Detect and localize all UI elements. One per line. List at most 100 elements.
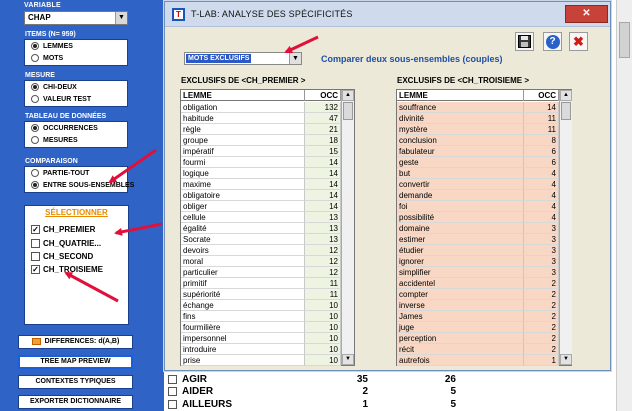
table-row[interactable]: particulier 12 [181,267,341,278]
subset-item-ch-second[interactable]: CH_SECOND [31,252,93,261]
contextes-typiques-button[interactable]: CONTEXTES TYPIQUES [18,375,133,389]
table-row[interactable]: obliger 14 [181,201,341,212]
table-scrollbar[interactable]: ▲ ▼ [559,90,572,365]
table-row[interactable]: récit 2 [397,344,559,355]
radio-button[interactable] [31,54,39,62]
table-row[interactable]: impératif 15 [181,146,341,157]
radio-mots[interactable]: MOTS [31,54,63,62]
table-row[interactable]: règle 21 [181,124,341,135]
radio-occurrences[interactable]: OCCURRENCES [31,124,98,132]
chevron-down-icon[interactable]: ▼ [289,53,301,64]
table-row[interactable]: prise 10 [181,355,341,366]
table-row[interactable]: primitif 11 [181,278,341,289]
checkbox[interactable] [31,252,40,261]
table-row[interactable]: fabulateur 6 [397,146,559,157]
table-row[interactable]: égalité 13 [181,223,341,234]
table-row[interactable]: but 4 [397,168,559,179]
table-row[interactable]: perception 2 [397,333,559,344]
main-scrollbar[interactable] [616,0,632,411]
scroll-down-icon[interactable]: ▼ [342,354,354,365]
radio-mesures[interactable]: MESURES [31,136,78,144]
right-exclusive-table[interactable]: LEMME OCC souffrance 14 divinité 11 mystère 1… [396,89,572,366]
table-row[interactable]: habitude 47 [181,113,341,124]
table-row[interactable]: domaine 3 [397,223,559,234]
table-row[interactable]: compter 2 [397,289,559,300]
subset-item-ch-quatrieme[interactable]: CH_QUATRIE... [31,239,101,248]
checkbox[interactable]: ✓ [31,225,40,234]
table-row[interactable]: foi 4 [397,201,559,212]
dialog-titlebar[interactable]: T T-LAB: ANALYSE DES SPÉCIFICITÉS ✕ [165,2,610,27]
table-row[interactable]: obligatoire 14 [181,190,341,201]
table-row[interactable]: obligation 132 [181,102,341,113]
table-row[interactable]: mystère 11 [397,124,559,135]
checkbox[interactable] [168,400,177,409]
radio-valeur-test[interactable]: VALEUR TEST [31,95,91,103]
radio-chi-deux[interactable]: CHI-DEUX [31,83,77,91]
column-header-lemme[interactable]: LEMME [397,90,524,101]
column-header-occ[interactable]: OCC [305,90,341,101]
table-row[interactable]: juge 2 [397,322,559,333]
table-row[interactable]: fins 10 [181,311,341,322]
subset-item-ch-troisieme[interactable]: ✓ CH_TROISIEME [31,265,103,274]
table-row[interactable]: souffrance 14 [397,102,559,113]
close-button[interactable]: ✖ [569,32,588,51]
table-row[interactable]: maxime 14 [181,179,341,190]
exporter-dictionnaire-button[interactable]: EXPORTER DICTIONNAIRE [18,395,133,409]
scrollbar-thumb[interactable] [561,102,571,120]
table-row[interactable]: divinité 11 [397,113,559,124]
table-row[interactable]: groupe 18 [181,135,341,146]
scrollbar-thumb[interactable] [619,22,630,58]
table-row[interactable]: devoirs 12 [181,245,341,256]
table-row[interactable]: étudier 3 [397,245,559,256]
table-row[interactable]: possibilité 4 [397,212,559,223]
table-row[interactable]: fourmilière 10 [181,322,341,333]
table-row[interactable]: logique 14 [181,168,341,179]
radio-button[interactable] [31,42,39,50]
table-row[interactable]: simplifier 3 [397,267,559,278]
radio-entre-sous-ensembles[interactable]: ENTRE SOUS-ENSEMBLES [31,181,134,189]
subset-item-ch-premier[interactable]: ✓ CH_PREMIER [31,225,95,234]
mode-select[interactable]: MOTS EXCLUSIFS ▼ [184,52,302,65]
help-button[interactable]: ? [543,32,562,51]
radio-button[interactable] [31,136,39,144]
table-row[interactable]: James 2 [397,311,559,322]
table-row[interactable]: autrefois 1 [397,355,559,366]
scroll-down-icon[interactable]: ▼ [560,354,572,365]
table-row[interactable]: ignorer 3 [397,256,559,267]
table-row[interactable]: moral 12 [181,256,341,267]
column-header-lemme[interactable]: LEMME [181,90,305,101]
radio-button[interactable] [31,181,39,189]
table-row[interactable]: échange 10 [181,300,341,311]
checkbox[interactable] [31,239,40,248]
table-row[interactable]: estimer 3 [397,234,559,245]
table-row[interactable]: impersonnel 10 [181,333,341,344]
checkbox[interactable] [168,375,177,384]
variable-select[interactable]: CHAP ▼ [24,11,128,25]
table-row[interactable]: supériorité 11 [181,289,341,300]
table-row[interactable]: Socrate 13 [181,234,341,245]
differences-button[interactable]: DIFFERENCES: d(A,B) [18,335,133,349]
checkbox[interactable] [168,387,177,396]
table-row[interactable]: demande 4 [397,190,559,201]
table-scrollbar[interactable]: ▲ ▼ [341,90,354,365]
column-header-occ[interactable]: OCC [524,90,559,101]
table-row[interactable]: inverse 2 [397,300,559,311]
radio-lemmes[interactable]: LEMMES [31,42,73,50]
window-close-button[interactable]: ✕ [565,5,608,23]
radio-partie-tout[interactable]: PARTIE-TOUT [31,169,89,177]
table-row[interactable]: cellule 13 [181,212,341,223]
table-row[interactable]: conclusion 8 [397,135,559,146]
radio-button[interactable] [31,83,39,91]
scroll-up-icon[interactable]: ▲ [342,90,354,101]
radio-button[interactable] [31,95,39,103]
table-row[interactable]: convertir 4 [397,179,559,190]
table-row[interactable]: geste 6 [397,157,559,168]
left-exclusive-table[interactable]: LEMME OCC obligation 132 habitude 47 règle 21… [180,89,355,366]
tree-map-preview-button[interactable]: TREE MAP PREVIEW [18,355,133,369]
scroll-up-icon[interactable]: ▲ [560,90,572,101]
table-row[interactable]: accidentel 2 [397,278,559,289]
table-row[interactable]: fourmi 14 [181,157,341,168]
chevron-down-icon[interactable]: ▼ [115,12,127,24]
radio-button[interactable] [31,169,39,177]
table-row[interactable]: introduire 10 [181,344,341,355]
